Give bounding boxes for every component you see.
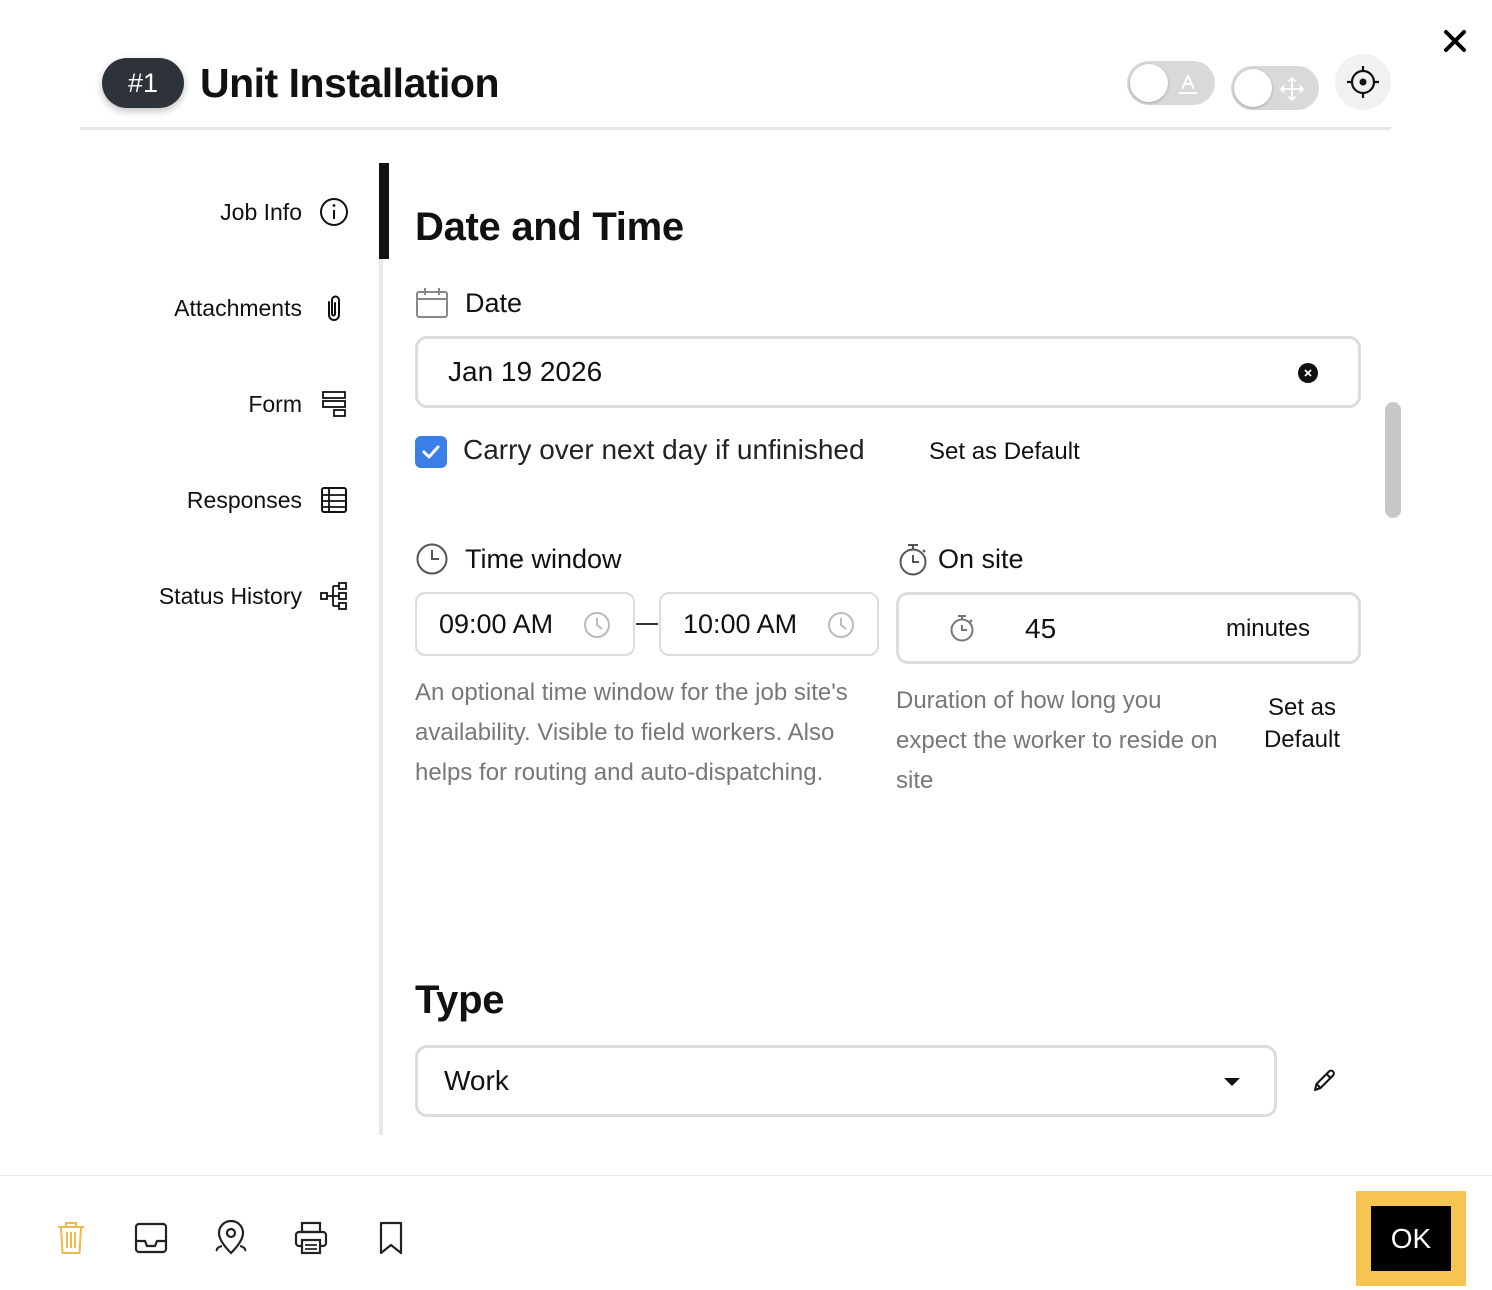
time-end-value: 10:00 AM bbox=[683, 608, 798, 639]
close-icon bbox=[1444, 30, 1466, 52]
type-select[interactable]: Work bbox=[415, 1045, 1277, 1117]
checkmark-icon bbox=[422, 445, 440, 459]
date-label: Date bbox=[415, 286, 522, 320]
clock-icon bbox=[828, 612, 854, 638]
time-start-field[interactable]: 09:00 AM bbox=[415, 592, 635, 656]
dialog-footer: OK bbox=[0, 1175, 1492, 1290]
ok-button[interactable]: OK bbox=[1371, 1206, 1451, 1271]
date-label-text: Date bbox=[465, 287, 523, 318]
pencil-icon[interactable] bbox=[1309, 1066, 1339, 1096]
ok-button-highlight: OK bbox=[1356, 1191, 1466, 1286]
page-title: Unit Installation bbox=[200, 60, 500, 106]
type-selected-value: Work bbox=[444, 1065, 509, 1096]
sidebar-item-attachments[interactable]: Attachments bbox=[174, 283, 350, 333]
sidebar-item-status-history[interactable]: Status History bbox=[159, 571, 350, 621]
sidebar-item-label: Form bbox=[248, 390, 302, 417]
time-window-label-text: Time window bbox=[465, 543, 622, 574]
toggle-knob bbox=[1130, 64, 1168, 102]
on-site-value: 45 bbox=[1025, 613, 1057, 644]
on-site-duration-field[interactable]: 45 minutes bbox=[896, 592, 1361, 664]
sidebar-item-job-info[interactable]: Job Info bbox=[220, 187, 350, 237]
stopwatch-icon bbox=[950, 615, 974, 642]
move-mode-toggle[interactable] bbox=[1231, 66, 1319, 110]
form-icon bbox=[318, 388, 350, 420]
clear-icon bbox=[1304, 369, 1312, 377]
active-nav-indicator bbox=[379, 163, 389, 259]
move-icon bbox=[1280, 77, 1304, 101]
carry-over-label[interactable]: Carry over next day if unfinished bbox=[463, 434, 865, 466]
tree-icon bbox=[318, 580, 350, 612]
paperclip-icon bbox=[318, 292, 350, 324]
on-site-help-text: Duration of how long you expect the work… bbox=[896, 687, 1218, 794]
table-icon bbox=[318, 484, 350, 516]
inbox-icon bbox=[134, 1222, 168, 1254]
map-button[interactable] bbox=[211, 1218, 251, 1258]
time-range-dash bbox=[636, 623, 658, 625]
time-window-label: Time window bbox=[415, 542, 622, 576]
type-section-title: Type bbox=[415, 978, 505, 1022]
print-icon bbox=[294, 1221, 328, 1255]
on-site-unit: minutes bbox=[1225, 615, 1310, 642]
calendar-icon bbox=[415, 286, 449, 320]
sidebar-item-label: Status History bbox=[158, 582, 302, 609]
inbox-button[interactable] bbox=[131, 1218, 171, 1258]
sidebar-item-label: Attachments bbox=[174, 294, 302, 321]
date-value: Jan 19 2026 bbox=[448, 356, 603, 387]
time-window-help-text: An optional time window for the job site… bbox=[415, 679, 848, 786]
scrollbar-thumb[interactable] bbox=[1385, 402, 1401, 518]
trash-icon bbox=[58, 1222, 84, 1254]
clear-date-button[interactable] bbox=[1298, 363, 1318, 383]
job-number-badge: #1 bbox=[102, 58, 184, 108]
bookmark-button[interactable] bbox=[371, 1218, 411, 1258]
dialog-header: #1 Unit Installation bbox=[80, 40, 1391, 130]
carry-over-checkbox[interactable] bbox=[415, 436, 447, 468]
map-pin-icon bbox=[215, 1220, 247, 1255]
set-date-default-button[interactable]: Set as Default bbox=[929, 438, 1080, 466]
set-on-site-default-button[interactable]: Set as Default bbox=[1247, 692, 1357, 756]
delete-button[interactable] bbox=[51, 1218, 91, 1258]
info-icon bbox=[318, 196, 350, 228]
sidebar-item-label: Job Info bbox=[220, 198, 302, 225]
sidebar-item-form[interactable]: Form bbox=[248, 379, 350, 429]
sidebar-item-label: Responses bbox=[186, 486, 302, 513]
stopwatch-icon bbox=[896, 542, 930, 576]
toggle-knob bbox=[1234, 69, 1272, 107]
close-button[interactable] bbox=[1436, 22, 1474, 60]
on-site-label-text: On site bbox=[938, 543, 1024, 574]
bookmark-icon bbox=[379, 1221, 403, 1255]
time-start-value: 09:00 AM bbox=[439, 608, 554, 639]
print-button[interactable] bbox=[291, 1218, 331, 1258]
on-site-label: On site bbox=[896, 542, 1024, 576]
sidebar-item-responses[interactable]: Responses bbox=[187, 475, 350, 525]
text-mode-toggle[interactable] bbox=[1127, 61, 1215, 105]
sidebar-divider bbox=[379, 163, 383, 1135]
time-end-field[interactable]: 10:00 AM bbox=[659, 592, 879, 656]
clock-icon bbox=[584, 612, 610, 638]
date-time-section-title: Date and Time bbox=[415, 205, 684, 249]
text-format-icon bbox=[1179, 73, 1197, 94]
chevron-down-icon bbox=[1224, 1078, 1240, 1086]
date-field[interactable]: Jan 19 2026 bbox=[415, 336, 1361, 408]
clock-icon bbox=[415, 542, 449, 576]
locate-button[interactable] bbox=[1335, 54, 1391, 110]
crosshair-icon bbox=[1347, 66, 1379, 98]
